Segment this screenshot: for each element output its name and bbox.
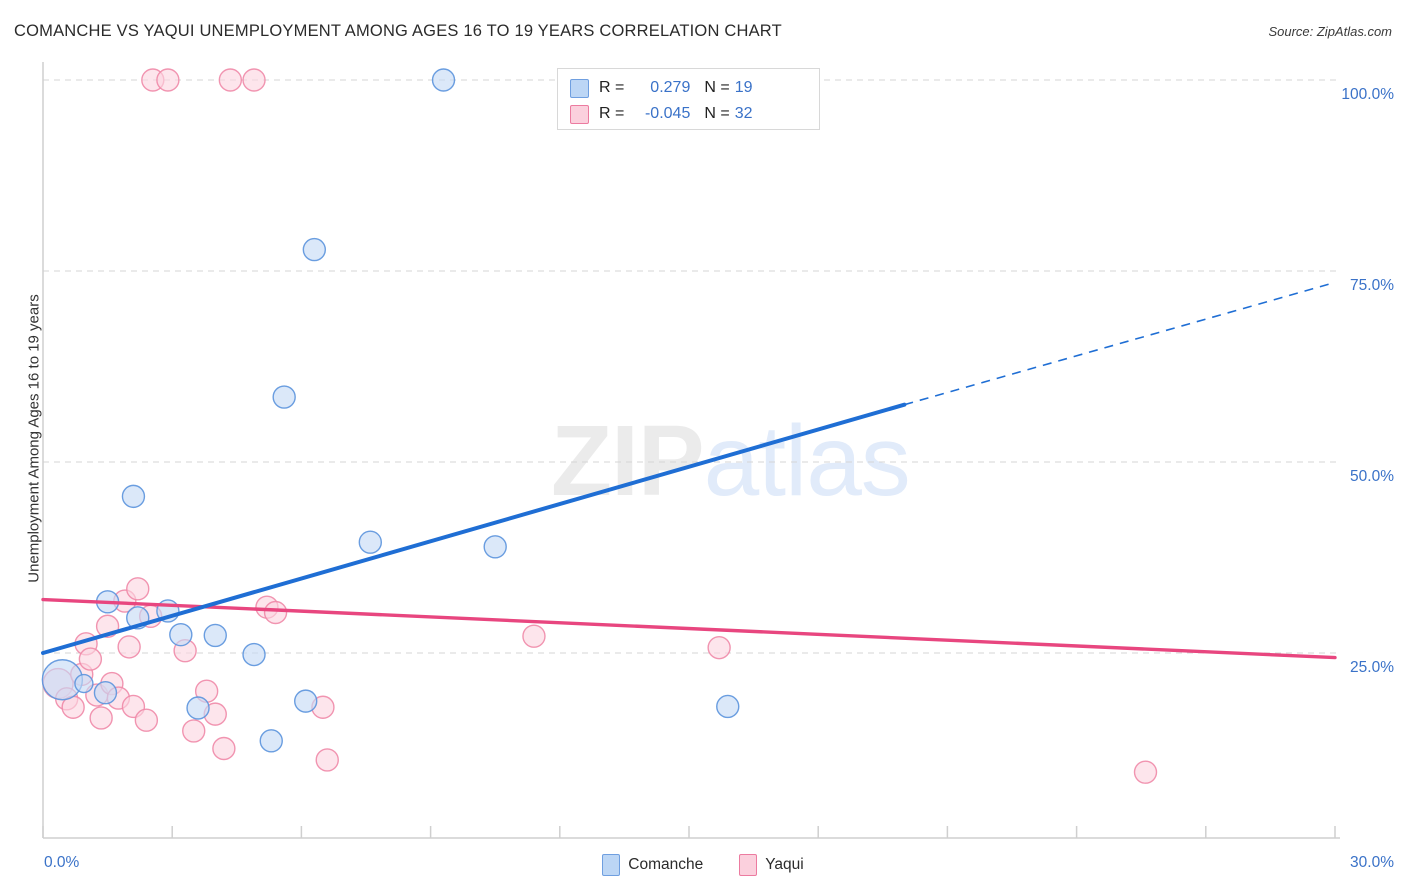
legend-n-label-comanche: N = [704, 79, 730, 96]
legend-n-value-yaqui: 32 [734, 105, 753, 122]
series-swatch-yaqui [739, 854, 758, 876]
legend-swatch-yaqui [570, 104, 589, 124]
series-label-comanche: Comanche [628, 856, 704, 873]
x-axis-ticks [42, 826, 1336, 838]
comanche-points [41, 68, 740, 753]
series-swatch-comanche [602, 854, 621, 876]
legend-r-value-yaqui: -0.045 [644, 105, 691, 122]
y-tick-100: 100.0% [1341, 86, 1394, 103]
axis-lines [42, 62, 1340, 839]
y-tick-50: 50.0% [1350, 468, 1394, 485]
legend-row-comanche: R = 0.279 N = 19 [570, 75, 809, 101]
correlation-chart: COMANCHE VS YAQUI UNEMPLOYMENT AMONG AGE… [0, 0, 1406, 892]
legend-n-label-yaqui: N = [704, 105, 730, 122]
series-legend-yaqui[interactable]: Yaqui [739, 854, 804, 876]
trend-lines [41, 281, 1337, 660]
correlation-legend: R = 0.279 N = 19 R = -0.045 N = 32 [557, 68, 820, 130]
legend-r-label-comanche: R = [599, 79, 625, 96]
legend-swatch-comanche [570, 78, 589, 98]
y-tick-25: 25.0% [1350, 659, 1394, 676]
gridlines [43, 79, 1340, 654]
legend-r-label-yaqui: R = [599, 105, 625, 122]
plot-area [41, 62, 1340, 839]
yaqui-points [42, 68, 1158, 784]
series-legend-comanche[interactable]: Comanche [602, 854, 703, 876]
series-label-yaqui: Yaqui [765, 856, 804, 873]
legend-r-value-comanche: 0.279 [650, 79, 691, 96]
series-legend: Comanche Yaqui [0, 854, 1406, 876]
legend-n-value-comanche: 19 [734, 79, 753, 96]
y-tick-75: 75.0% [1350, 277, 1394, 294]
legend-row-yaqui: R = -0.045 N = 32 [570, 101, 809, 127]
